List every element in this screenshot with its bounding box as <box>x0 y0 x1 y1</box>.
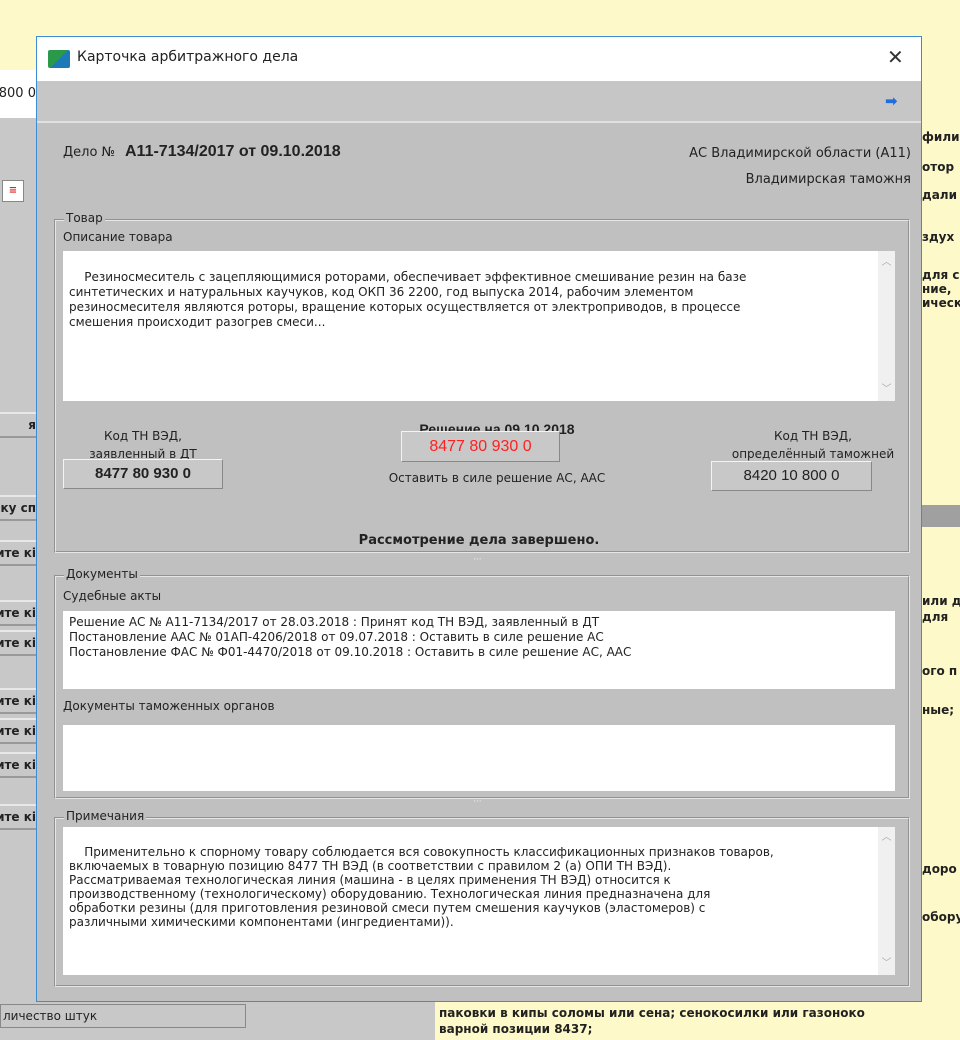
background-text: обору <box>922 910 960 924</box>
background-button[interactable]: ите кі <box>0 752 40 778</box>
case-card-dialog: Карточка арбитражного дела ✕ ➡ Дело № А1… <box>36 36 922 1002</box>
background-text: здух <box>922 230 955 244</box>
notes-text: Применительно к спорному товару соблюдае… <box>69 845 774 929</box>
background-button[interactable]: ите кі <box>0 688 40 714</box>
background-text: ние, <box>922 282 952 296</box>
customs-code-label: Код ТН ВЭД, <box>774 429 852 443</box>
background-button[interactable]: ите кі <box>0 718 40 744</box>
toolbar: ➡ <box>37 81 921 123</box>
background-text: фили <box>922 130 960 144</box>
notes-textarea[interactable]: Применительно к спорному товару соблюдае… <box>63 827 895 975</box>
customs-docs-label: Документы таможенных органов <box>63 699 275 713</box>
title-bar[interactable]: Карточка арбитражного дела ✕ <box>37 37 921 81</box>
court-acts-label: Судебные акты <box>63 589 162 603</box>
goods-group-label: Товар <box>64 211 105 225</box>
court-name: АС Владимирской области (А11) <box>689 146 911 161</box>
background-text: ого п <box>922 664 958 678</box>
court-act-item[interactable]: Решение АС № А11-7134/2017 от 28.03.2018… <box>69 615 889 630</box>
case-status: Рассмотрение дела завершено. <box>358 533 600 548</box>
background-bar <box>922 505 960 527</box>
description-textarea[interactable]: Резиносмеситель с зацепляющимися роторам… <box>63 251 895 401</box>
scrollbar[interactable]: ︿ ﹀ <box>878 251 895 401</box>
decision-text: Оставить в силе решение АС, ААС <box>388 471 606 485</box>
documents-group-label: Документы <box>64 567 140 581</box>
scrollbar[interactable]: ︿ ﹀ <box>878 827 895 975</box>
splitter-handle[interactable]: ··· <box>473 797 482 807</box>
background-button[interactable]: ите кі <box>0 600 40 626</box>
customs-office: Владимирская таможня <box>745 172 911 187</box>
background-button[interactable]: ите кі <box>0 804 40 830</box>
court-act-item[interactable]: Постановление ААС № 01АП-4206/2018 от 09… <box>69 630 889 645</box>
background-field: 0 800 <box>0 70 40 118</box>
case-number: А11-7134/2017 от 09.10.2018 <box>125 143 341 160</box>
background-text: дали <box>922 188 957 202</box>
court-act-item[interactable]: Постановление ФАС № Ф01-4470/2018 от 09.… <box>69 645 889 660</box>
declared-code-button[interactable]: 8477 80 930 0 <box>63 459 223 489</box>
notes-group-label: Примечания <box>64 809 147 823</box>
background-text: для <box>922 610 949 624</box>
case-label: Дело № <box>63 145 116 160</box>
description-text: Резиносмеситель с зацепляющимися роторам… <box>69 270 747 329</box>
declared-code-label: Код ТН ВЭД, <box>104 429 182 443</box>
dialog-title: Карточка арбитражного дела <box>77 49 299 65</box>
quantity-field[interactable]: личество штук <box>0 1004 246 1028</box>
app-icon <box>48 50 70 68</box>
navigate-arrow-icon[interactable]: ➡ <box>885 92 898 110</box>
customs-docs-list[interactable] <box>63 725 895 791</box>
background-text: или д <box>922 594 960 608</box>
splitter-handle[interactable]: ··· <box>473 555 482 565</box>
background-text: ическ <box>922 296 960 310</box>
background-button[interactable]: ите кі <box>0 630 40 656</box>
background-text: для с <box>922 268 960 282</box>
background-left-panel <box>0 70 40 1005</box>
close-icon[interactable]: ✕ <box>887 45 904 69</box>
background-text: паковки в кипы соломы или сена; сенокоси… <box>439 1006 865 1020</box>
background-button[interactable]: я <box>0 412 40 438</box>
court-acts-list[interactable]: Решение АС № А11-7134/2017 от 28.03.2018… <box>63 611 895 689</box>
document-icon[interactable]: ≡ <box>2 180 24 202</box>
description-label: Описание товара <box>63 230 173 244</box>
background-button[interactable]: пку сп <box>0 495 40 521</box>
customs-code-button[interactable]: 8420 10 800 0 <box>711 461 872 491</box>
decision-code-button[interactable]: 8477 80 930 0 <box>401 431 560 462</box>
background-text: отор <box>922 160 955 174</box>
background-text: доро <box>922 862 957 876</box>
background-button[interactable]: ите кі <box>0 540 40 566</box>
background-text: варной позиции 8437; <box>439 1022 593 1036</box>
background-text: ные; <box>922 703 955 717</box>
